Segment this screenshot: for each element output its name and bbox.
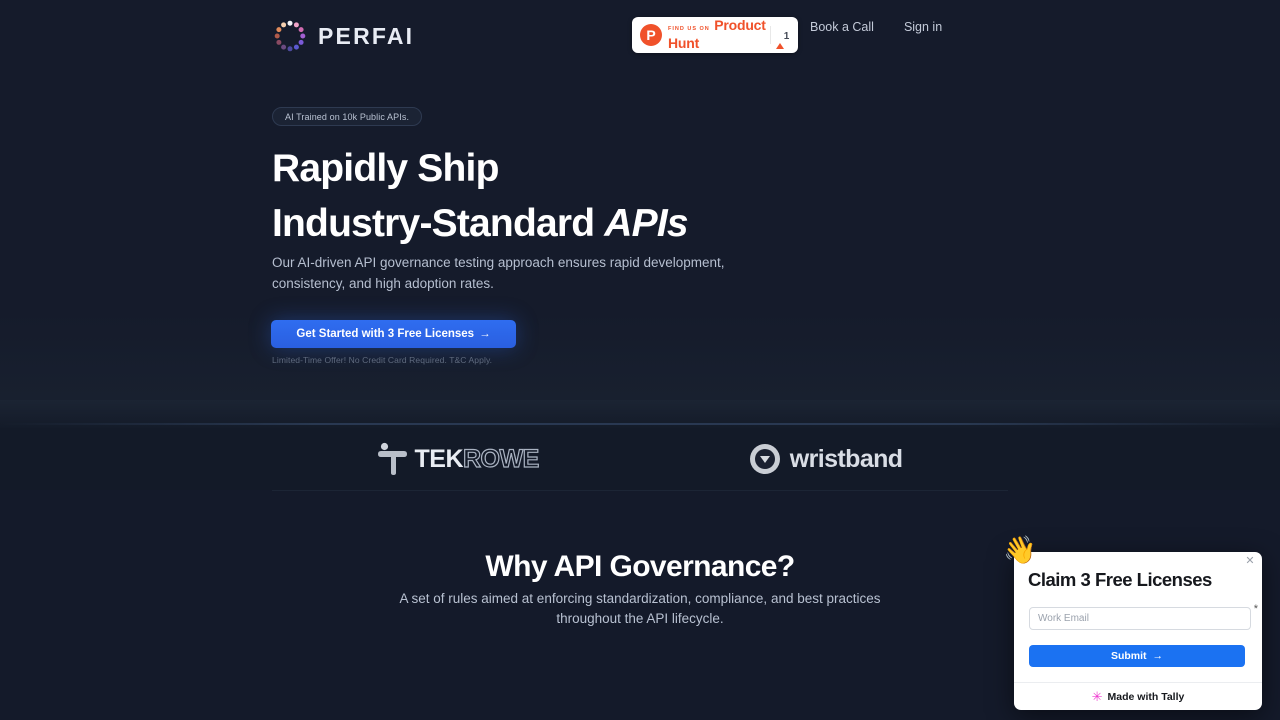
close-icon[interactable]: ✕ bbox=[1243, 554, 1257, 568]
site-header: PERFAI P FIND US ON Product Hunt 1 Book … bbox=[0, 0, 1280, 70]
product-hunt-icon: P bbox=[640, 24, 662, 46]
work-email-input[interactable] bbox=[1029, 607, 1251, 630]
headline-line-1: Rapidly Ship bbox=[272, 147, 499, 190]
product-hunt-count: 1 bbox=[783, 31, 790, 42]
wristband-wordmark: wristband bbox=[789, 444, 903, 473]
tally-footer[interactable]: ✳ Made with Tally bbox=[1014, 682, 1262, 710]
page-title: Rapidly Ship Industry-Standard APIs bbox=[272, 141, 689, 251]
hero-badge-label: AI Trained on 10k Public APIs. bbox=[285, 111, 410, 122]
why-section-description: A set of rules aimed at enforcing standa… bbox=[399, 591, 881, 626]
hero-subtitle: Our AI-driven API governance testing app… bbox=[272, 255, 725, 291]
claim-licenses-popup: ✕ Claim 3 Free Licenses * Submit → ✳ Mad… bbox=[1014, 552, 1262, 710]
hero-divider bbox=[0, 400, 1280, 428]
landing-page: PERFAI P FIND US ON Product Hunt 1 Book … bbox=[0, 0, 1280, 720]
popup-title: Claim 3 Free Licenses bbox=[1028, 569, 1212, 590]
tally-star-icon: ✳ bbox=[1091, 689, 1103, 704]
client-logo-band: TEKROWE wristband bbox=[0, 428, 1280, 490]
get-started-button[interactable]: Get Started with 3 Free Licenses → bbox=[271, 320, 516, 348]
triangle-up-icon bbox=[775, 26, 784, 49]
headline-line-2: Industry-Standard APIs bbox=[272, 196, 689, 251]
tally-footer-label: Made with Tally bbox=[1107, 690, 1185, 703]
product-hunt-eyebrow: FIND US ON bbox=[668, 26, 710, 32]
nav-book-a-call[interactable]: Book a Call bbox=[810, 19, 874, 35]
header-nav: Book a Call Sign in bbox=[810, 19, 942, 35]
waving-hand-icon: 👋 bbox=[1003, 535, 1037, 565]
wristband-logo: wristband bbox=[749, 444, 903, 474]
cta-fineprint: Limited-Time Offer! No Credit Card Requi… bbox=[272, 355, 493, 365]
tekrowe-bold: TEK bbox=[414, 445, 464, 473]
dotted-ring-icon bbox=[272, 18, 308, 54]
tekrowe-logo: TEKROWE bbox=[377, 442, 540, 476]
required-marker: * bbox=[1253, 603, 1258, 615]
product-hunt-badge[interactable]: P FIND US ON Product Hunt 1 bbox=[632, 17, 798, 53]
tekrowe-outline: ROWE bbox=[462, 445, 539, 473]
product-hunt-name: Product Hunt bbox=[668, 17, 766, 51]
triangle-down-circle-icon bbox=[749, 444, 780, 474]
submit-label: Submit bbox=[1110, 650, 1147, 662]
product-hunt-upvote[interactable]: 1 bbox=[770, 26, 792, 49]
submit-button[interactable]: Submit → bbox=[1029, 645, 1245, 667]
get-started-label: Get Started with 3 Free Licenses bbox=[296, 328, 475, 340]
email-field-wrapper: * bbox=[1029, 603, 1258, 630]
tekrowe-wordmark: TEKROWE bbox=[414, 445, 540, 473]
arrow-right-icon: → bbox=[1152, 650, 1164, 662]
nav-sign-in[interactable]: Sign in bbox=[904, 19, 942, 35]
brand-name: PERFAI bbox=[318, 22, 415, 49]
brand-logo[interactable]: PERFAI bbox=[272, 18, 414, 54]
product-hunt-text: FIND US ON Product Hunt bbox=[668, 17, 770, 53]
headline-line-2-plain: Industry-Standard bbox=[272, 202, 605, 245]
headline-line-2-italic: APIs bbox=[604, 202, 688, 245]
band-divider bbox=[272, 490, 1008, 491]
arrow-right-icon: → bbox=[479, 328, 491, 340]
hero-badge-pill: AI Trained on 10k Public APIs. bbox=[272, 107, 423, 126]
tekrowe-mark-icon bbox=[377, 442, 408, 476]
